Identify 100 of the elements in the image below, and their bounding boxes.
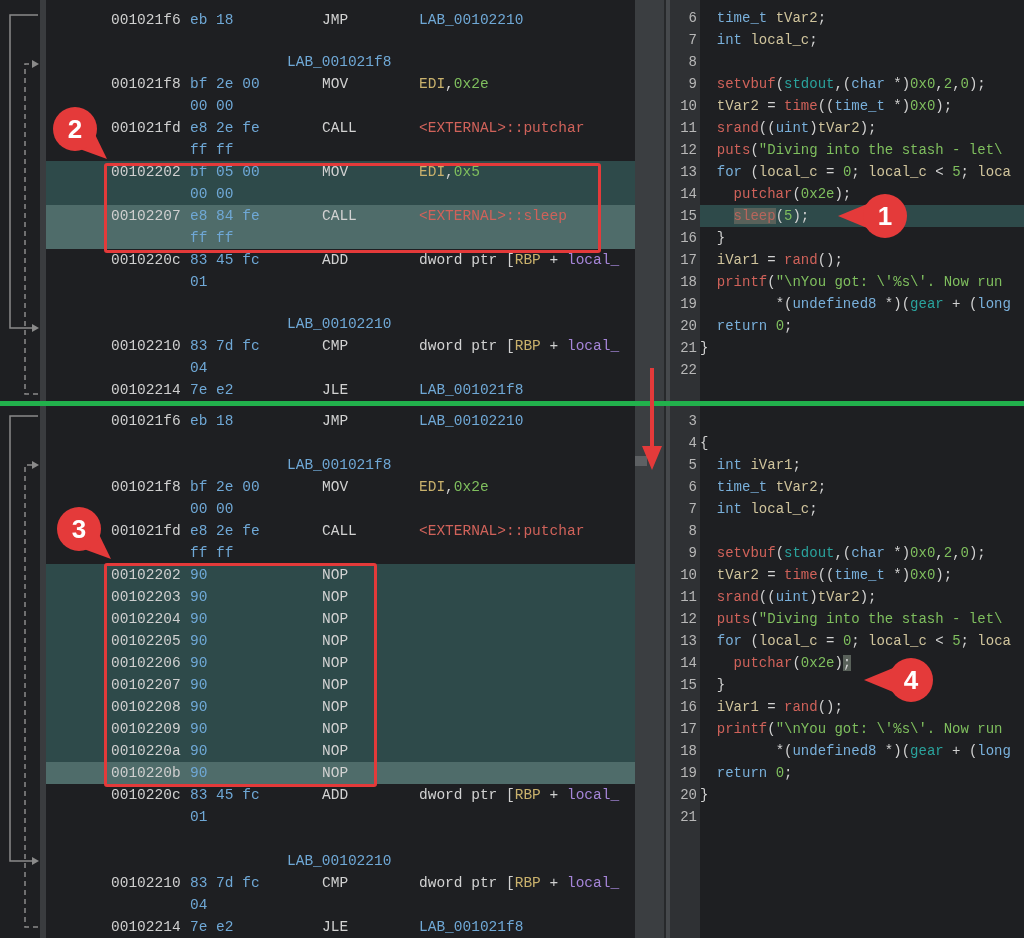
selected-row[interactable]: 00102209 90 NOP bbox=[46, 718, 635, 740]
selected-row[interactable]: 00102208 90 NOP bbox=[46, 696, 635, 718]
line-number: 10 bbox=[679, 97, 698, 116]
address-text: 00102203 bbox=[111, 588, 182, 607]
byte-text: 90 bbox=[190, 610, 208, 629]
code-line[interactable]: } bbox=[700, 787, 709, 803]
code-line[interactable]: puts("Diving into the stash - let\ bbox=[700, 142, 1003, 158]
code-line[interactable]: srand((uint)tVar2); bbox=[700, 120, 877, 136]
address-text: 00102209 bbox=[111, 720, 182, 739]
code-line[interactable]: printf("\nYou got: \'%s\'. Now run bbox=[700, 274, 1003, 290]
label-text: LAB_001021f8 bbox=[287, 53, 392, 72]
mnemonic-text: NOP bbox=[322, 720, 350, 739]
mnemonic-text: NOP bbox=[322, 632, 350, 651]
byte-text: 90 bbox=[190, 698, 208, 717]
mnemonic-text: CMP bbox=[322, 874, 350, 893]
code-line[interactable]: srand((uint)tVar2); bbox=[700, 589, 877, 605]
code-line[interactable]: sleep(5); bbox=[700, 208, 810, 224]
address-text: 00102205 bbox=[111, 632, 182, 651]
address-text: 00102202 bbox=[111, 163, 182, 182]
line-number: 14 bbox=[679, 185, 698, 204]
byte-text: ff ff bbox=[190, 141, 234, 160]
code-line[interactable]: setvbuf(stdout,(char *)0x0,2,0); bbox=[700, 76, 986, 92]
code-line[interactable]: int local_c; bbox=[700, 32, 818, 48]
selected-row[interactable]: 00102203 90 NOP bbox=[46, 586, 635, 608]
code-line[interactable]: tVar2 = time((time_t *)0x0); bbox=[700, 98, 953, 114]
address-text: 00102206 bbox=[111, 654, 182, 673]
line-number: 11 bbox=[679, 119, 698, 138]
mnemonic-text: NOP bbox=[322, 610, 350, 629]
selected-row[interactable]: 00102204 90 NOP bbox=[46, 608, 635, 630]
mnemonic-text: MOV bbox=[322, 163, 350, 182]
code-line[interactable]: time_t tVar2; bbox=[700, 479, 827, 495]
selected-row[interactable]: 00102205 90 NOP bbox=[46, 630, 635, 652]
mnemonic-text: ADD bbox=[322, 786, 350, 805]
line-number: 10 bbox=[679, 566, 698, 585]
selected-row[interactable]: 00102202 90 NOP bbox=[46, 564, 635, 586]
byte-text: 00 00 bbox=[190, 500, 234, 519]
address-text: 001021f6 bbox=[111, 11, 182, 30]
operand-text: <EXTERNAL>::putchar bbox=[419, 522, 585, 541]
code-line[interactable]: for (local_c = 0; local_c < 5; loca bbox=[700, 164, 1011, 180]
byte-text: 83 45 fc bbox=[190, 251, 260, 270]
code-line[interactable]: } bbox=[700, 230, 726, 246]
label-text: LAB_001021f8 bbox=[287, 456, 392, 475]
line-number: 17 bbox=[679, 251, 698, 270]
code-line[interactable]: time_t tVar2; bbox=[700, 10, 827, 26]
line-number: 5 bbox=[687, 456, 698, 475]
code-line[interactable]: return 0; bbox=[700, 318, 793, 334]
byte-text: 90 bbox=[190, 720, 208, 739]
byte-text: 04 bbox=[190, 359, 208, 378]
line-number: 15 bbox=[679, 207, 698, 226]
code-line[interactable]: } bbox=[700, 340, 709, 356]
code-line[interactable]: { bbox=[700, 435, 709, 451]
code-line[interactable]: tVar2 = time((time_t *)0x0); bbox=[700, 567, 953, 583]
byte-text: bf 2e 00 bbox=[190, 478, 260, 497]
address-text: 00102207 bbox=[111, 207, 182, 226]
line-number: 6 bbox=[687, 478, 698, 497]
code-line[interactable]: int iVar1; bbox=[700, 457, 801, 473]
mnemonic-text: NOP bbox=[322, 742, 350, 761]
operand-text: <EXTERNAL>::sleep bbox=[419, 207, 567, 226]
byte-text: 83 45 fc bbox=[190, 786, 260, 805]
mnemonic-text: CALL bbox=[322, 119, 358, 138]
code-line[interactable]: setvbuf(stdout,(char *)0x0,2,0); bbox=[700, 545, 986, 561]
byte-text: 01 bbox=[190, 273, 208, 292]
byte-text: 90 bbox=[190, 742, 208, 761]
address-text: 0010220c bbox=[111, 786, 182, 805]
code-line[interactable]: puts("Diving into the stash - let\ bbox=[700, 611, 1003, 627]
selected-row[interactable]: 00102207 90 NOP bbox=[46, 674, 635, 696]
selected-row[interactable]: 00102207 e8 84 fe ff ff CALL <EXTERNAL>::sleep bbox=[46, 205, 635, 249]
line-number: 8 bbox=[687, 53, 698, 72]
code-line[interactable]: *(undefined8 *)(gear + (long bbox=[700, 743, 1011, 759]
address-text: 0010220c bbox=[111, 251, 182, 270]
code-line[interactable]: iVar1 = rand(); bbox=[700, 252, 843, 268]
mnemonic-text: NOP bbox=[322, 764, 350, 783]
selected-row[interactable]: 0010220b 90 NOP bbox=[46, 762, 635, 784]
line-number: 13 bbox=[679, 163, 698, 182]
code-line[interactable]: putchar(0x2e); bbox=[700, 655, 852, 671]
code-line[interactable]: int local_c; bbox=[700, 501, 818, 517]
mnemonic-text: ADD bbox=[322, 251, 350, 270]
code-line[interactable]: return 0; bbox=[700, 765, 793, 781]
byte-text: e8 84 fe bbox=[190, 207, 260, 226]
code-line[interactable]: *(undefined8 *)(gear + (long bbox=[700, 296, 1011, 312]
address-text: 00102204 bbox=[111, 610, 182, 629]
line-number: 20 bbox=[679, 786, 698, 805]
line-number: 13 bbox=[679, 632, 698, 651]
byte-text: eb 18 bbox=[190, 11, 234, 30]
line-number: 8 bbox=[687, 522, 698, 541]
code-line[interactable]: for (local_c = 0; local_c < 5; loca bbox=[700, 633, 1011, 649]
code-line[interactable]: iVar1 = rand(); bbox=[700, 699, 843, 715]
address-text: 0010220b bbox=[111, 764, 182, 783]
selected-row[interactable]: 0010220a 90 NOP bbox=[46, 740, 635, 762]
address-text: 001021fd bbox=[111, 522, 182, 541]
scroll-thumb[interactable] bbox=[635, 456, 647, 466]
line-number: 12 bbox=[679, 141, 698, 160]
code-line[interactable]: } bbox=[700, 677, 726, 693]
mnemonic-text: NOP bbox=[322, 676, 350, 695]
code-line[interactable]: printf("\nYou got: \'%s\'. Now run bbox=[700, 721, 1003, 737]
line-number: 11 bbox=[679, 588, 698, 607]
line-number: 20 bbox=[679, 317, 698, 336]
byte-text: 00 00 bbox=[190, 185, 234, 204]
selected-row[interactable]: 00102206 90 NOP bbox=[46, 652, 635, 674]
line-number: 18 bbox=[679, 273, 698, 292]
